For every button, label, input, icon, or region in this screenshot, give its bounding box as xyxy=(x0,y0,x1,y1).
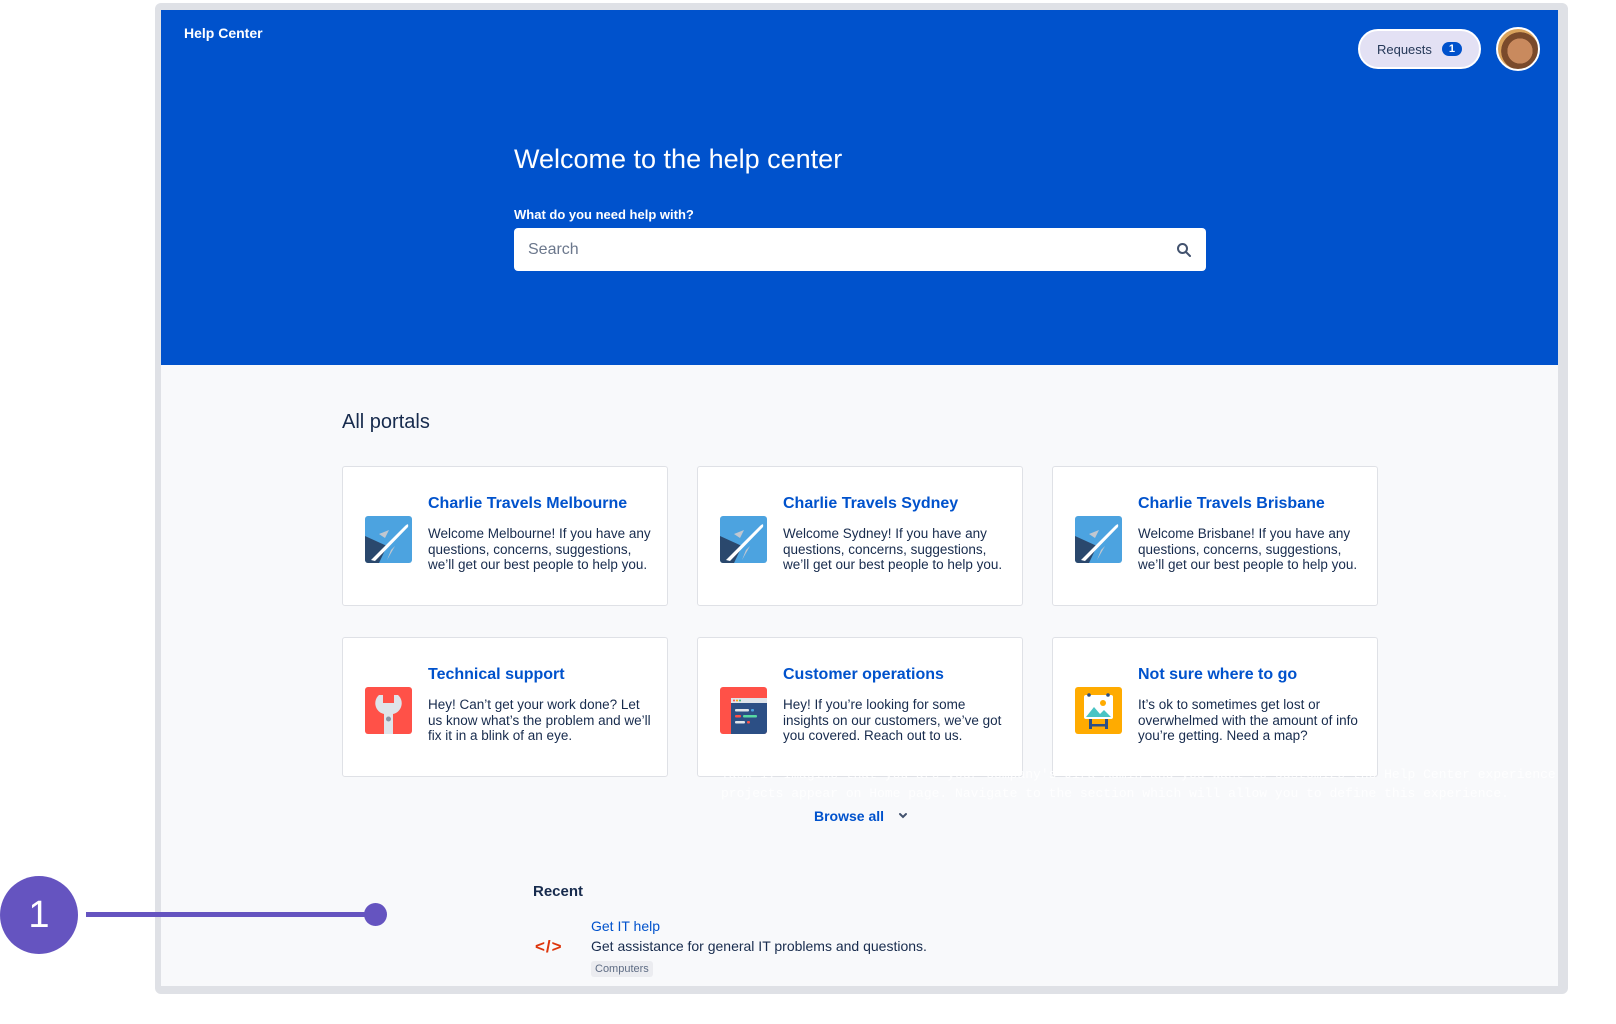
task-overlay-text: Task 1: Imagine that you are your compan… xyxy=(721,765,1556,803)
task-overlay-line: Task 1: Imagine that you are your compan… xyxy=(721,767,1556,782)
airplane-icon xyxy=(1075,516,1122,563)
callout-marker: 1 xyxy=(0,876,78,954)
portal-description: Welcome Brisbane! If you have any questi… xyxy=(1138,526,1358,573)
page-title: Welcome to the help center xyxy=(514,144,843,174)
browse-all-label: Browse all xyxy=(814,808,885,824)
callout-line xyxy=(86,912,376,917)
portal-description: Hey! Can’t get your work done? Let us kn… xyxy=(428,697,651,744)
portal-title[interactable]: Technical support xyxy=(428,666,565,684)
browse-all-button[interactable]: Browse all xyxy=(814,808,908,824)
portal-card-not-sure[interactable]: Not sure where to go It’s ok to sometime… xyxy=(1052,637,1378,777)
airplane-icon xyxy=(365,516,412,563)
requests-button[interactable]: Requests 1 xyxy=(1358,29,1481,69)
search-box[interactable] xyxy=(514,228,1206,271)
portal-description: Welcome Melbourne! If you have any quest… xyxy=(428,526,651,573)
requests-count-badge: 1 xyxy=(1441,42,1463,56)
task-overlay-line: projects appear on Home page. Navigate t… xyxy=(721,786,1509,801)
hero-banner: Help Center Requests 1 Welcome to the he… xyxy=(161,10,1558,365)
user-avatar[interactable] xyxy=(1496,27,1540,71)
chevron-down-icon xyxy=(899,813,908,819)
help-center-link[interactable]: Help Center xyxy=(184,25,263,41)
portal-card-technical-support[interactable]: Technical support Hey! Can’t get your wo… xyxy=(342,637,668,777)
portal-title[interactable]: Customer operations xyxy=(783,666,944,684)
portal-card-customer-operations[interactable]: Customer operations Hey! If you’re looki… xyxy=(697,637,1023,777)
requests-label: Requests xyxy=(1376,41,1432,57)
code-window-icon xyxy=(720,687,767,734)
search-label: What do you need help with? xyxy=(514,207,694,222)
portal-title[interactable]: Charlie Travels Brisbane xyxy=(1138,495,1325,513)
easel-picture-icon xyxy=(1075,687,1122,734)
portal-title[interactable]: Charlie Travels Sydney xyxy=(783,495,958,513)
callout-dot xyxy=(364,903,387,926)
recent-item[interactable]: </> Get IT help Get assistance for gener… xyxy=(533,915,1033,980)
portal-title[interactable]: Charlie Travels Melbourne xyxy=(428,495,627,513)
recent-item-description: Get assistance for general IT problems a… xyxy=(591,938,927,954)
help-center-page: Help Center Requests 1 Welcome to the he… xyxy=(161,10,1558,986)
portal-card-melbourne[interactable]: Charlie Travels Melbourne Welcome Melbou… xyxy=(342,466,668,606)
code-icon: </> xyxy=(535,937,563,956)
portal-card-sydney[interactable]: Charlie Travels Sydney Welcome Sydney! I… xyxy=(697,466,1023,606)
portal-description: It’s ok to sometimes get lost or overwhe… xyxy=(1138,697,1358,744)
portal-description: Hey! If you’re looking for some insights… xyxy=(783,697,1002,744)
search-icon[interactable] xyxy=(1176,242,1192,258)
search-input[interactable] xyxy=(528,240,1176,259)
recent-item-link[interactable]: Get IT help xyxy=(591,918,660,934)
portal-card-brisbane[interactable]: Charlie Travels Brisbane Welcome Brisban… xyxy=(1052,466,1378,606)
portal-description: Welcome Sydney! If you have any question… xyxy=(783,526,1003,573)
recent-item-tag: Computers xyxy=(591,961,653,977)
airplane-icon xyxy=(720,516,767,563)
recent-heading: Recent xyxy=(533,883,584,900)
portal-title[interactable]: Not sure where to go xyxy=(1138,666,1297,684)
all-portals-heading: All portals xyxy=(342,411,430,433)
wrench-icon xyxy=(365,687,412,734)
